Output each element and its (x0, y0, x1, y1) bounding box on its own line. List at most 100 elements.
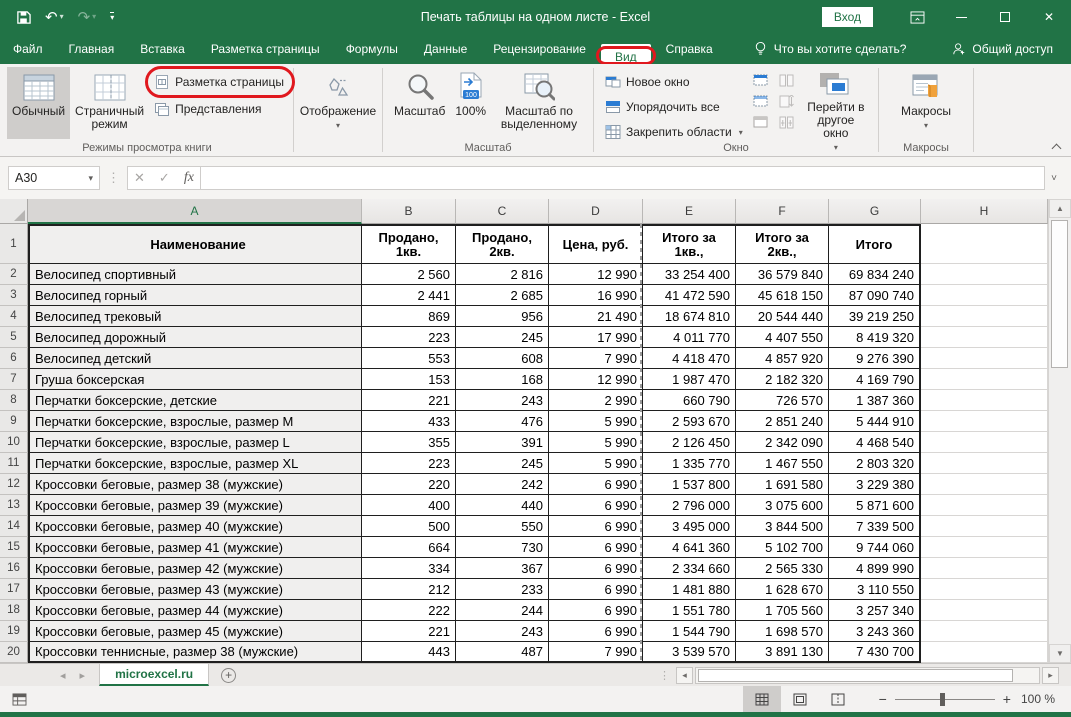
scroll-down-arrow[interactable]: ▼ (1049, 644, 1071, 663)
row-header[interactable]: 4 (0, 306, 28, 327)
cell[interactable]: 3 891 130 (736, 642, 829, 663)
cell[interactable]: 6 990 (549, 516, 643, 537)
horizontal-scrollbar[interactable]: ⋮ ◂ ▸ (659, 664, 1071, 686)
maximize-button[interactable] (983, 0, 1027, 34)
next-sheet-arrow[interactable]: ▸ (80, 669, 86, 682)
cell[interactable]: 4 857 920 (736, 348, 829, 369)
cell[interactable]: 12 990 (549, 264, 643, 285)
cell[interactable]: 1 705 560 (736, 600, 829, 621)
page-layout-status-button[interactable] (781, 686, 819, 712)
tab-help[interactable]: Справка (653, 36, 726, 64)
add-sheet-button[interactable]: + (209, 664, 248, 686)
cell[interactable]: 1 481 880 (643, 579, 736, 600)
empty-cell-column-h[interactable] (921, 642, 1048, 663)
cell[interactable]: 2 990 (549, 390, 643, 411)
cell[interactable]: 608 (456, 348, 549, 369)
zoom-to-selection-button[interactable]: Масштаб по выделенному (491, 67, 587, 139)
cell[interactable]: 245 (456, 327, 549, 348)
cell[interactable]: 21 490 (549, 306, 643, 327)
zoom-out-button[interactable]: − (857, 691, 895, 707)
column-header-f[interactable]: F (736, 199, 829, 224)
cell[interactable]: 39 219 250 (829, 306, 921, 327)
cell[interactable]: 33 254 400 (643, 264, 736, 285)
show-button[interactable]: Отображение (295, 67, 381, 139)
empty-cell-column-h[interactable] (921, 411, 1048, 432)
cell[interactable]: 367 (456, 558, 549, 579)
minimize-button[interactable] (939, 0, 983, 34)
cell[interactable]: Кроссовки беговые, размер 42 (мужские) (28, 558, 362, 579)
custom-views-button[interactable]: Представления (149, 99, 289, 119)
cell[interactable]: 9 744 060 (829, 537, 921, 558)
cell[interactable]: 1 537 800 (643, 474, 736, 495)
cell[interactable]: 355 (362, 432, 456, 453)
scroll-right-arrow[interactable]: ▸ (1042, 667, 1059, 684)
save-button[interactable] (16, 10, 31, 25)
cell[interactable]: Кроссовки беговые, размер 45 (мужские) (28, 621, 362, 642)
cell[interactable]: 2 126 450 (643, 432, 736, 453)
row-header[interactable]: 17 (0, 579, 28, 600)
cell[interactable]: 660 790 (643, 390, 736, 411)
cell[interactable]: 18 674 810 (643, 306, 736, 327)
cell[interactable]: 6 990 (549, 579, 643, 600)
cell[interactable]: 1 698 570 (736, 621, 829, 642)
cell[interactable]: Кроссовки беговые, размер 41 (мужские) (28, 537, 362, 558)
cell[interactable]: 223 (362, 327, 456, 348)
cell[interactable]: Перчатки боксерские, взрослые, размер L (28, 432, 362, 453)
cell[interactable]: 334 (362, 558, 456, 579)
empty-cell-column-h[interactable] (921, 579, 1048, 600)
cell[interactable]: 5 444 910 (829, 411, 921, 432)
tab-review[interactable]: Рецензирование (480, 36, 599, 64)
header-cell[interactable]: Итого за 1кв., (643, 224, 736, 264)
empty-cell-column-h[interactable] (921, 390, 1048, 411)
split-button[interactable] (751, 72, 771, 88)
header-cell[interactable]: Наименование (28, 224, 362, 264)
cell[interactable]: Перчатки боксерские, взрослые, размер XL (28, 453, 362, 474)
row-header[interactable]: 5 (0, 327, 28, 348)
row-header[interactable]: 16 (0, 558, 28, 579)
cell[interactable]: 726 570 (736, 390, 829, 411)
zoom-slider-thumb[interactable] (940, 693, 945, 706)
empty-cell-column-h[interactable] (921, 264, 1048, 285)
vertical-scrollbar[interactable]: ▲ ▼ (1048, 199, 1071, 663)
cell[interactable]: 1 387 360 (829, 390, 921, 411)
cell[interactable]: 2 851 240 (736, 411, 829, 432)
column-header-d[interactable]: D (549, 199, 643, 224)
cell[interactable]: 3 539 570 (643, 642, 736, 663)
empty-cell-column-h[interactable] (921, 558, 1048, 579)
cell[interactable]: 222 (362, 600, 456, 621)
cell[interactable]: 221 (362, 621, 456, 642)
horizontal-scroll-track[interactable] (695, 667, 1040, 684)
tab-insert[interactable]: Вставка (127, 36, 198, 64)
cell[interactable]: 12 990 (549, 369, 643, 390)
cell[interactable]: 5 871 600 (829, 495, 921, 516)
cell[interactable]: 1 628 670 (736, 579, 829, 600)
cell[interactable]: 7 430 700 (829, 642, 921, 663)
cell[interactable]: 2 593 670 (643, 411, 736, 432)
header-cell[interactable]: Итого за 2кв., (736, 224, 829, 264)
cell[interactable]: Кроссовки теннисные, размер 38 (мужские) (28, 642, 362, 663)
cell[interactable]: Кроссовки беговые, размер 38 (мужские) (28, 474, 362, 495)
cell[interactable]: 2 441 (362, 285, 456, 306)
column-header-e[interactable]: E (643, 199, 736, 224)
header-cell[interactable]: Продано, 2кв. (456, 224, 549, 264)
empty-cell-column-h[interactable] (921, 306, 1048, 327)
empty-cell-column-h[interactable] (921, 348, 1048, 369)
cell[interactable]: Кроссовки беговые, размер 44 (мужские) (28, 600, 362, 621)
row-header[interactable]: 8 (0, 390, 28, 411)
cell[interactable]: 3 257 340 (829, 600, 921, 621)
cell[interactable]: 4 641 360 (643, 537, 736, 558)
cell[interactable]: 6 990 (549, 558, 643, 579)
horizontal-scroll-thumb[interactable] (698, 669, 1013, 682)
cell[interactable]: 87 090 740 (829, 285, 921, 306)
cell[interactable]: 3 844 500 (736, 516, 829, 537)
tab-formulas[interactable]: Формулы (333, 36, 411, 64)
cell[interactable]: Велосипед горный (28, 285, 362, 306)
new-window-button[interactable]: Новое окно (600, 72, 748, 92)
cancel-entry-button[interactable]: ✕ (134, 170, 145, 186)
row-header[interactable]: 2 (0, 264, 28, 285)
cell[interactable]: 1 691 580 (736, 474, 829, 495)
column-header-b[interactable]: B (362, 199, 456, 224)
sheet-tab-active[interactable]: microexcel.ru (99, 664, 209, 686)
empty-cell-column-h[interactable] (921, 474, 1048, 495)
column-header-g[interactable]: G (829, 199, 921, 224)
